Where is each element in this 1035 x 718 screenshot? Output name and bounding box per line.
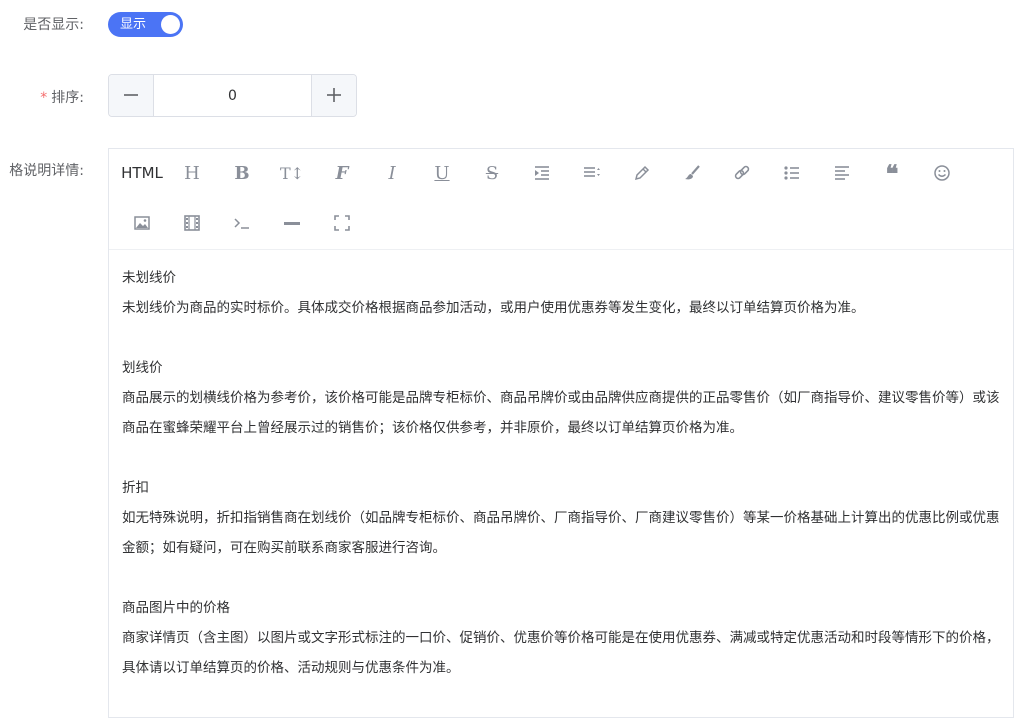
bullet-list-icon [784, 166, 799, 180]
paragraph-discount: 折扣 如无特殊说明，折扣指销售商在划线价（如品牌专柜标价、商品吊牌价、厂商指导价… [122, 473, 1002, 563]
editor-content[interactable]: 未划线价 未划线价为商品的实时标价。具体成交价格根据商品参加活动，或用户使用优惠… [122, 263, 1002, 713]
video-button[interactable] [172, 205, 212, 241]
film-icon [184, 215, 200, 231]
heading-button[interactable]: H [172, 155, 212, 191]
rich-text-editor: HTML H B T↕ F I U S ❝ 未划线价 未划线价为商品的实时标价。… [108, 148, 1014, 718]
show-label: 是否显示: [23, 17, 84, 33]
paragraph-title: 未划线价 [122, 270, 176, 286]
list-button[interactable] [772, 155, 812, 191]
sort-label: * 排序: [40, 87, 84, 107]
terminal-icon [234, 218, 249, 229]
paragraph-body: 商家详情页（含主图）以图片或文字形式标注的一口价、促销价、优惠价等价格可能是在使… [122, 630, 1000, 676]
line-height-button[interactable] [572, 155, 612, 191]
code-button[interactable] [222, 205, 262, 241]
image-button[interactable] [122, 205, 162, 241]
quote-button[interactable]: ❝ [872, 155, 912, 191]
paragraph-title: 折扣 [122, 480, 149, 496]
indent-button[interactable] [522, 155, 562, 191]
switch-text: 显示 [120, 17, 147, 32]
horizontal-rule-icon [284, 222, 300, 225]
brush-icon [685, 165, 700, 180]
switch-knob [161, 15, 180, 34]
font-color-button[interactable] [622, 155, 662, 191]
paragraph-body: 如无特殊说明，折扣指销售商在划线价（如品牌专柜标价、商品吊牌价、厂商指导价、厂商… [122, 510, 1000, 556]
align-button[interactable] [822, 155, 862, 191]
link-icon [734, 165, 750, 180]
increment-button[interactable] [311, 75, 356, 116]
paragraph-body: 未划线价为商品的实时标价。具体成交价格根据商品参加活动，或用户使用优惠券等发生变… [122, 300, 865, 316]
paragraph-image-price: 商品图片中的价格 商家详情页（含主图）以图片或文字形式标注的一口价、促销价、优惠… [122, 593, 1002, 683]
align-left-icon [835, 166, 849, 180]
font-size-button[interactable]: T↕ [272, 155, 312, 191]
pencil-icon [634, 165, 650, 181]
indent-icon [535, 166, 549, 180]
emoji-button[interactable] [922, 155, 962, 191]
link-button[interactable] [722, 155, 762, 191]
fullscreen-button[interactable] [322, 205, 362, 241]
line-height-icon [584, 167, 600, 177]
underline-button[interactable]: U [422, 155, 462, 191]
fullscreen-icon [334, 215, 350, 231]
minus-icon [124, 94, 138, 96]
detail-label: 格说明详情: [9, 163, 84, 179]
sort-input[interactable] [154, 75, 311, 116]
image-icon [134, 216, 150, 230]
divider-button[interactable] [272, 205, 312, 241]
paragraph-title: 划线价 [122, 360, 163, 376]
paragraph-marked-price: 划线价 商品展示的划横线价格为参考价，该价格可能是品牌专柜标价、商品吊牌价或由品… [122, 353, 1002, 443]
sort-label-text: 排序: [51, 90, 84, 106]
editor-toolbar: HTML H B T↕ F I U S ❝ [109, 149, 1013, 250]
emoji-icon [934, 165, 950, 181]
sort-stepper [108, 74, 357, 117]
decrement-button[interactable] [109, 75, 154, 116]
background-color-button[interactable] [672, 155, 712, 191]
paragraph-title: 商品图片中的价格 [122, 600, 230, 616]
display-switch[interactable]: 显示 [108, 12, 183, 37]
bold-button[interactable]: B [222, 155, 262, 191]
italic-button[interactable]: I [372, 155, 412, 191]
html-button[interactable]: HTML [114, 155, 170, 191]
paragraph-body: 商品展示的划横线价格为参考价，该价格可能是品牌专柜标价、商品吊牌价或由品牌供应商… [122, 390, 1000, 436]
strikethrough-button[interactable]: S [472, 155, 512, 191]
paragraph-unmarked-price: 未划线价 未划线价为商品的实时标价。具体成交价格根据商品参加活动，或用户使用优惠… [122, 263, 1002, 323]
plus-icon [327, 88, 341, 102]
font-family-button[interactable]: F [322, 155, 362, 191]
required-asterisk: * [40, 90, 48, 106]
